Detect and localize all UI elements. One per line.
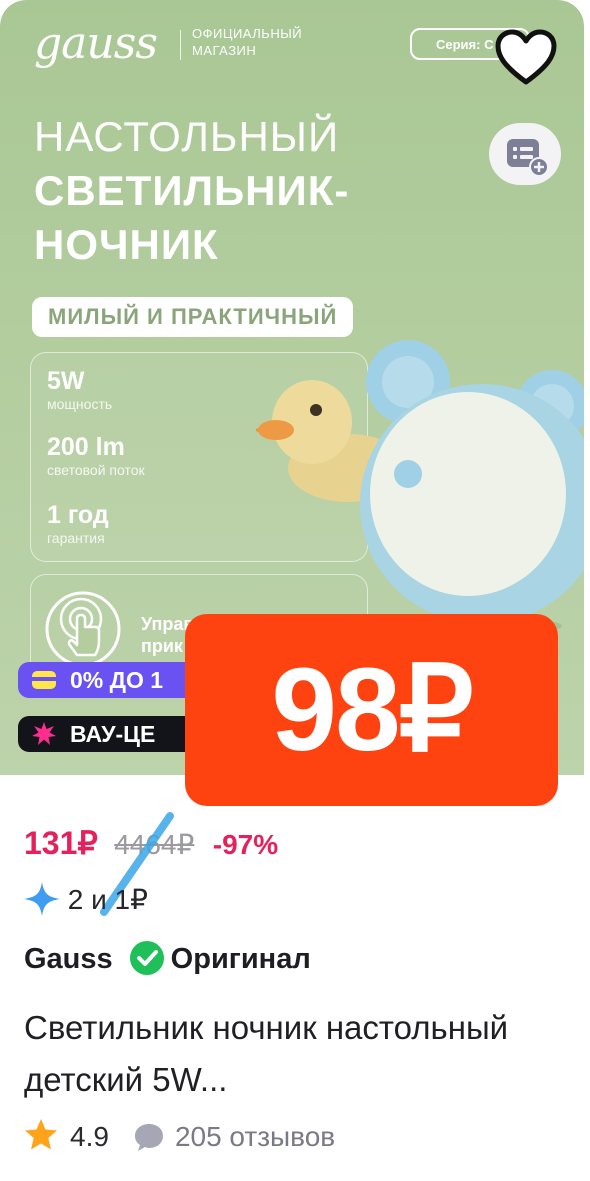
brand-divider [180, 30, 181, 60]
bookmark-add-icon [507, 139, 549, 177]
image-title-line: НАСТОЛЬНЫЙ [34, 113, 340, 160]
big-price-badge: 98₽ [185, 614, 558, 806]
touch-hand-icon [45, 591, 121, 667]
wow-price-badge-text: ВАУ-ЦЕ [70, 721, 156, 747]
spec-value: 200 lm [47, 433, 125, 461]
lamp-image [360, 340, 584, 634]
brand-subtitle: Официальный магазин [192, 26, 303, 58]
installment-badge-text: 0% ДО 1 [70, 667, 164, 693]
spec-value: 5W [47, 367, 85, 395]
sparkle-icon [24, 882, 60, 916]
image-title: НАСТОЛЬНЫЙ СВЕТИЛЬНИК- НОЧНИК [34, 110, 349, 272]
spec-power: 5W мощность [47, 367, 112, 413]
tagline-badge: МИЛЫЙ И ПРАКТИЧНЫЙ [32, 297, 354, 337]
brand-row[interactable]: Gauss Оригинал [24, 940, 311, 976]
reviews-count: 205 отзывов [174, 1121, 336, 1152]
spec-label: мощность [47, 396, 113, 412]
product-card[interactable]: gauss Официальный магазин Серия: C НАСТО… [0, 0, 584, 1181]
check-icon [129, 941, 164, 975]
image-title-line: СВЕТИЛЬНИК- [34, 167, 350, 214]
burst-icon [32, 722, 56, 745]
spec-label: световой поток [47, 462, 145, 478]
image-title-line: НОЧНИК [34, 221, 219, 268]
spec-value: 1 год [47, 501, 109, 529]
spec-warranty: 1 год гарантия [47, 501, 109, 547]
bonus-row: 2 и 1₽ [24, 882, 148, 916]
heart-icon[interactable] [494, 28, 558, 88]
rating-row[interactable]: 4.9 205 отзывов [24, 1118, 335, 1153]
chat-bubble-icon [134, 1124, 163, 1151]
star-icon [25, 1119, 57, 1150]
card-icon [32, 671, 56, 689]
discount-label: -97% [212, 829, 279, 860]
spec-label: гарантия [47, 530, 105, 546]
brand-logo: gauss [34, 18, 158, 69]
spec-luminous-flux: 200 lm световой поток [47, 433, 145, 479]
brand-name[interactable]: Gauss [24, 943, 113, 975]
product-name[interactable]: Светильник ночник настольный детский 5W.… [24, 1002, 560, 1106]
add-to-list-button[interactable] [489, 123, 561, 185]
rating-value: 4.9 [70, 1121, 109, 1152]
original-label: Оригинал [170, 943, 311, 975]
bonus-text: 2 и 1₽ [67, 884, 148, 915]
